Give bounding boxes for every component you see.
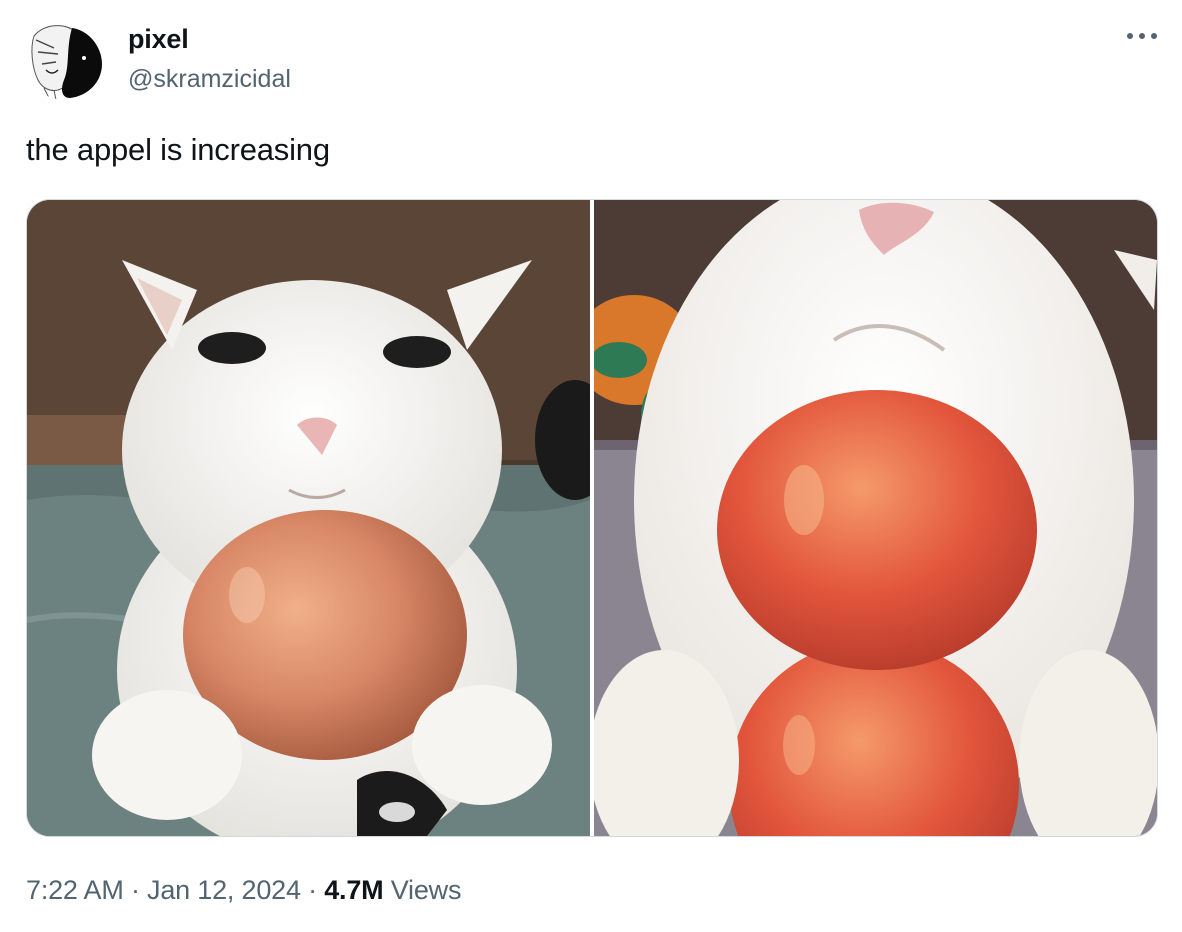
avatar[interactable] <box>24 18 106 100</box>
photo-cat-two-apples[interactable] <box>594 200 1157 836</box>
views-label: Views <box>383 875 462 905</box>
tweet-meta: 7:22 AM · Jan 12, 2024 · 4.7M Views <box>26 870 461 910</box>
views-count[interactable]: 4.7M <box>324 875 383 905</box>
avatar-illustration-icon <box>24 18 106 100</box>
user-handle[interactable]: @skramzicidal <box>128 62 291 96</box>
display-name[interactable]: pixel <box>128 22 291 56</box>
more-options-button[interactable] <box>1122 24 1162 48</box>
timestamp-link[interactable]: 7:22 AM · Jan 12, 2024 <box>26 875 301 905</box>
cat-with-two-apples-photo <box>594 200 1157 836</box>
cat-with-one-apple-photo <box>27 200 590 836</box>
tweet-text: the appel is increasing <box>26 132 330 167</box>
more-options-icon <box>1127 33 1157 39</box>
meta-separator: · <box>300 875 325 905</box>
author-names: pixel @skramzicidal <box>128 22 291 96</box>
tweet-header: pixel @skramzicidal <box>24 18 1164 100</box>
media-grid <box>26 199 1158 837</box>
photo-cat-one-apple[interactable] <box>27 200 590 836</box>
